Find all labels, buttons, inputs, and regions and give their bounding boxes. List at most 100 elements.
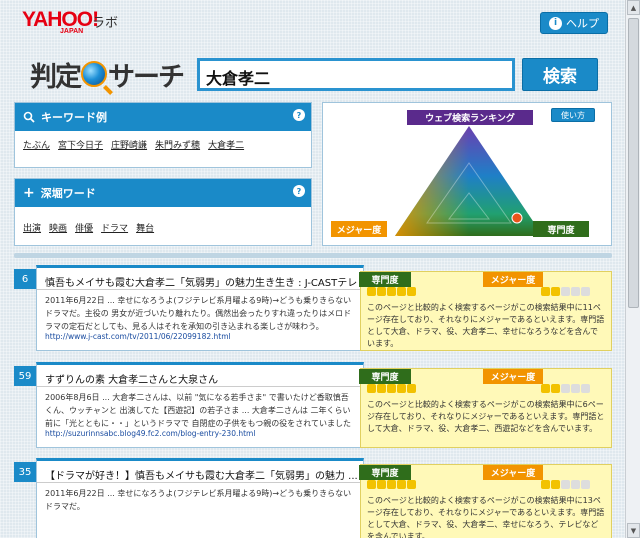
help-label: ヘルプ <box>566 17 599 30</box>
star-icon <box>377 480 386 489</box>
result-card: 慎吾もメイサも霞む大倉孝二「気弱男」の魅力生き生き : J-CASTテレビ ..… <box>36 265 364 351</box>
result-info-box: 専門度 メジャー度 このページと比較的よく検索するページがこの検索結果中に11ペ… <box>359 271 612 351</box>
star-icon <box>581 384 590 393</box>
specialty-degree-label: 専門度 <box>359 272 411 287</box>
dig-word-link[interactable]: 出演 <box>23 221 41 234</box>
scroll-up-icon[interactable]: ▲ <box>627 0 640 15</box>
major-degree-label: メジャー度 <box>483 465 543 480</box>
result-snippet: 2011年6月22日 ... 幸せになろうよ(フジテレビ系月曜よる9時)→どうも… <box>45 489 352 511</box>
star-icon <box>581 480 590 489</box>
major-stars <box>541 384 590 394</box>
star-icon <box>367 384 376 393</box>
result-title-link[interactable]: 慎吾もメイサも霞む大倉孝二「気弱男」の魅力生き生き : J-CASTテレビ ..… <box>37 268 363 290</box>
top-bar: YAHOO! JAPAN ラボ i ヘルプ <box>0 0 625 38</box>
star-icon <box>561 480 570 489</box>
star-icon <box>581 287 590 296</box>
result-url-link[interactable] <box>37 523 363 527</box>
star-icon <box>571 480 580 489</box>
result-info-text: このページと比較的よく検索するページがこの検索結果中に13ページ存在しており、そ… <box>367 496 605 538</box>
star-icon <box>551 384 560 393</box>
rank-number: 6 <box>14 269 36 289</box>
keyword-link[interactable]: 庄野崎謙 <box>111 138 147 151</box>
ranking-marker[interactable] <box>511 212 523 224</box>
search-icon <box>23 111 35 123</box>
scroll-thumb[interactable] <box>628 18 639 308</box>
specialty-stars <box>367 287 416 297</box>
dig-word-list: 出演 映画 俳優 ドラマ 舞台 <box>15 207 311 241</box>
hantei-search-logo[interactable]: 判定 サーチ <box>30 58 185 92</box>
star-icon <box>377 287 386 296</box>
star-icon <box>551 480 560 489</box>
result-info-box: 専門度 メジャー度 このページと比較的よく検索するページがこの検索結果中に6ペー… <box>359 368 612 448</box>
result-info-text: このページと比較的よく検索するページがこの検索結果中に6ページ存在しており、それ… <box>367 400 605 433</box>
rank-number: 35 <box>14 462 36 482</box>
major-stars <box>541 480 590 490</box>
specialty-degree-label: 専門度 <box>359 369 411 384</box>
star-icon <box>367 287 376 296</box>
result-row: 35 【ドラマが好き！】慎吾もメイサも霞む大倉孝二「気弱男」の魅力 ... 20… <box>14 458 612 538</box>
specialty-degree-label: 専門度 <box>359 465 411 480</box>
star-icon <box>541 480 550 489</box>
dig-word-link[interactable]: 俳優 <box>75 221 93 234</box>
major-degree-label: メジャー度 <box>483 369 543 384</box>
scroll-down-icon[interactable]: ▼ <box>627 523 640 538</box>
result-info-box: 専門度 メジャー度 このページと比較的よく検索するページがこの検索結果中に13ペ… <box>359 464 612 538</box>
star-icon <box>407 384 416 393</box>
search-button[interactable]: 検索 <box>522 58 598 91</box>
keyword-link[interactable]: 朱門みず穂 <box>155 138 200 151</box>
star-icon <box>561 287 570 296</box>
question-icon[interactable]: ? <box>293 109 305 121</box>
help-button[interactable]: i ヘルプ <box>540 12 608 34</box>
star-icon <box>397 384 406 393</box>
ranking-triangle[interactable] <box>389 123 549 241</box>
star-icon <box>387 480 396 489</box>
vertical-scrollbar[interactable]: ▲ ▼ <box>625 0 640 538</box>
star-icon <box>387 384 396 393</box>
search-input[interactable]: 大倉孝二 <box>197 58 515 91</box>
keyword-link[interactable]: 大倉孝二 <box>208 138 244 151</box>
dig-panel-title: 深堀ワード <box>40 187 96 200</box>
specialty-degree-label: 専門度 <box>533 221 589 237</box>
dig-word-link[interactable]: 映画 <box>49 221 67 234</box>
star-icon <box>561 384 570 393</box>
keyword-link[interactable]: たぶん <box>23 138 50 151</box>
star-icon <box>397 480 406 489</box>
star-icon <box>541 287 550 296</box>
result-title-link[interactable]: 【ドラマが好き！】慎吾もメイサも霞む大倉孝二「気弱男」の魅力 ... <box>37 461 363 483</box>
specialty-stars <box>367 480 416 490</box>
major-stars <box>541 287 590 297</box>
plus-icon: + <box>23 185 35 201</box>
result-snippet: 2006年8月6日 ... 大倉孝二さんは、以前 "気になる若手さま" で書いた… <box>45 393 351 427</box>
dig-word-panel: + 深堀ワード ? 出演 映画 俳優 ドラマ 舞台 <box>14 178 312 246</box>
labo-label: ラボ <box>92 16 119 31</box>
star-icon <box>387 287 396 296</box>
result-card: すずりんの素 大倉孝二さんと大泉さん 2006年8月6日 ... 大倉孝二さんは… <box>36 362 364 448</box>
keyword-panel-title: キーワード例 <box>41 111 107 124</box>
result-url-link[interactable]: http://www.j-cast.com/tv/2011/06/2209918… <box>37 330 363 343</box>
major-degree-label: メジャー度 <box>483 272 543 287</box>
rank-number: 59 <box>14 366 36 386</box>
result-url-link[interactable]: http://suzurinnsabc.blog49.fc2.com/blog-… <box>37 427 363 440</box>
star-icon <box>541 384 550 393</box>
star-icon <box>571 287 580 296</box>
result-card: 【ドラマが好き！】慎吾もメイサも霞む大倉孝二「気弱男」の魅力 ... 2011年… <box>36 458 364 538</box>
star-icon <box>571 384 580 393</box>
star-icon <box>377 384 386 393</box>
keyword-example-panel: キーワード例 ? たぶん 宮下今日子 庄野崎謙 朱門みず穂 大倉孝二 <box>14 102 312 168</box>
globe-magnifier-icon <box>81 61 107 87</box>
star-icon <box>367 480 376 489</box>
star-icon <box>407 287 416 296</box>
star-icon <box>397 287 406 296</box>
divider <box>14 253 612 258</box>
info-icon: i <box>549 16 562 30</box>
howto-button[interactable]: 使い方 <box>551 108 595 122</box>
question-icon[interactable]: ? <box>293 185 305 197</box>
dig-word-link[interactable]: 舞台 <box>136 221 154 234</box>
result-title-link[interactable]: すずりんの素 大倉孝二さんと大泉さん <box>37 365 363 387</box>
yahoo-logo[interactable]: YAHOO! JAPAN <box>22 8 99 35</box>
keyword-link[interactable]: 宮下今日子 <box>58 138 103 151</box>
result-row: 59 すずりんの素 大倉孝二さんと大泉さん 2006年8月6日 ... 大倉孝二… <box>14 362 612 450</box>
dig-word-link[interactable]: ドラマ <box>101 221 128 234</box>
major-degree-label: メジャー度 <box>331 221 387 237</box>
ranking-panel: ウェブ検索ランキング 使い方 メジャー度 専門度 <box>322 102 612 246</box>
